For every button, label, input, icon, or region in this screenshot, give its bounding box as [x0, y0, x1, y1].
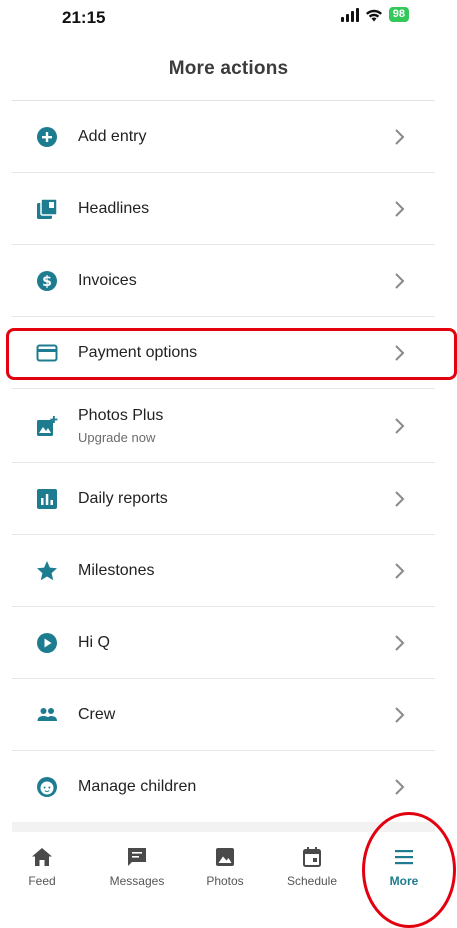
menu-item-label: Payment options — [78, 343, 198, 361]
chevron-right-icon — [395, 417, 405, 434]
menu-item-crew[interactable]: Crew — [12, 679, 435, 751]
menu-item-hi-q[interactable]: Hi Q — [12, 607, 435, 679]
tab-messages[interactable]: Messages — [97, 832, 177, 902]
signal-icon — [340, 7, 359, 22]
menu-item-headlines[interactable]: Headlines — [12, 173, 435, 245]
credit-card-icon — [36, 342, 58, 364]
menu-item-manage-children[interactable]: Manage children — [12, 751, 435, 823]
menu-item-label: Hi Q — [78, 633, 110, 651]
wifi-icon — [365, 9, 382, 21]
chevron-right-icon — [395, 779, 405, 795]
menu-item-milestones[interactable]: Milestones — [12, 535, 435, 607]
bottom-tab-bar: Feed Messages Photos Schedule More — [0, 832, 457, 928]
tab-photos[interactable]: Photos — [185, 832, 265, 902]
menu-icon — [393, 846, 415, 868]
status-indicators: 98 — [340, 7, 409, 22]
chevron-right-icon — [395, 490, 405, 507]
headlines-icon — [36, 197, 58, 220]
battery-indicator: 98 — [388, 7, 409, 22]
menu-item-daily-reports[interactable]: Daily reports — [12, 463, 435, 535]
menu-item-label: Add entry — [78, 127, 147, 145]
menu-item-label: Invoices — [78, 271, 137, 289]
tab-label: More — [389, 874, 419, 888]
svg-text:$: $ — [42, 274, 52, 290]
photo-plus-icon — [36, 415, 58, 437]
chevron-right-icon — [395, 634, 405, 651]
people-icon — [36, 704, 58, 726]
chevron-right-icon — [395, 272, 405, 289]
status-bar: 21:15 98 — [0, 0, 457, 46]
play-circle-icon — [36, 632, 58, 654]
tab-label: Feed — [28, 874, 56, 888]
tab-feed[interactable]: Feed — [2, 832, 82, 902]
menu-item-label: Crew — [78, 705, 116, 723]
dollar-circle-icon: $ — [36, 270, 58, 292]
tab-more[interactable]: More — [364, 832, 444, 902]
header: More actions — [0, 58, 457, 80]
chevron-right-icon — [395, 128, 405, 145]
menu-item-payment-options[interactable]: Payment options — [12, 317, 435, 389]
chevron-right-icon — [395, 706, 405, 723]
menu-item-label: Manage children — [78, 778, 197, 795]
status-time: 21:15 — [62, 8, 106, 27]
chevron-right-icon — [395, 344, 405, 361]
star-icon — [36, 560, 58, 582]
bar-chart-icon — [36, 488, 58, 510]
more-actions-list: Add entry Headlines $ Invoices Payment o… — [12, 101, 435, 823]
menu-item-sublabel: Upgrade now — [78, 429, 156, 445]
menu-item-label: Photos Plus — [78, 406, 164, 424]
chevron-right-icon — [395, 562, 405, 579]
tab-label: Photos — [206, 874, 244, 888]
menu-item-label: Headlines — [78, 199, 150, 217]
calendar-icon — [301, 846, 323, 868]
tab-schedule[interactable]: Schedule — [272, 832, 352, 902]
chevron-right-icon — [395, 200, 405, 217]
tab-label: Schedule — [286, 874, 338, 888]
child-face-icon — [36, 776, 58, 798]
menu-item-add-entry[interactable]: Add entry — [12, 101, 435, 173]
menu-item-invoices[interactable]: $ Invoices — [12, 245, 435, 317]
home-icon — [31, 846, 53, 868]
message-icon — [126, 846, 148, 868]
menu-item-label: Daily reports — [78, 489, 168, 507]
tab-label: Messages — [109, 874, 165, 888]
list-footer-spacer — [12, 822, 435, 832]
photo-icon — [214, 846, 236, 868]
page-title: More actions — [168, 58, 289, 79]
menu-item-label: Milestones — [78, 561, 155, 579]
menu-item-photos-plus[interactable]: Photos Plus Upgrade now — [12, 389, 435, 463]
plus-circle-icon — [36, 126, 58, 148]
